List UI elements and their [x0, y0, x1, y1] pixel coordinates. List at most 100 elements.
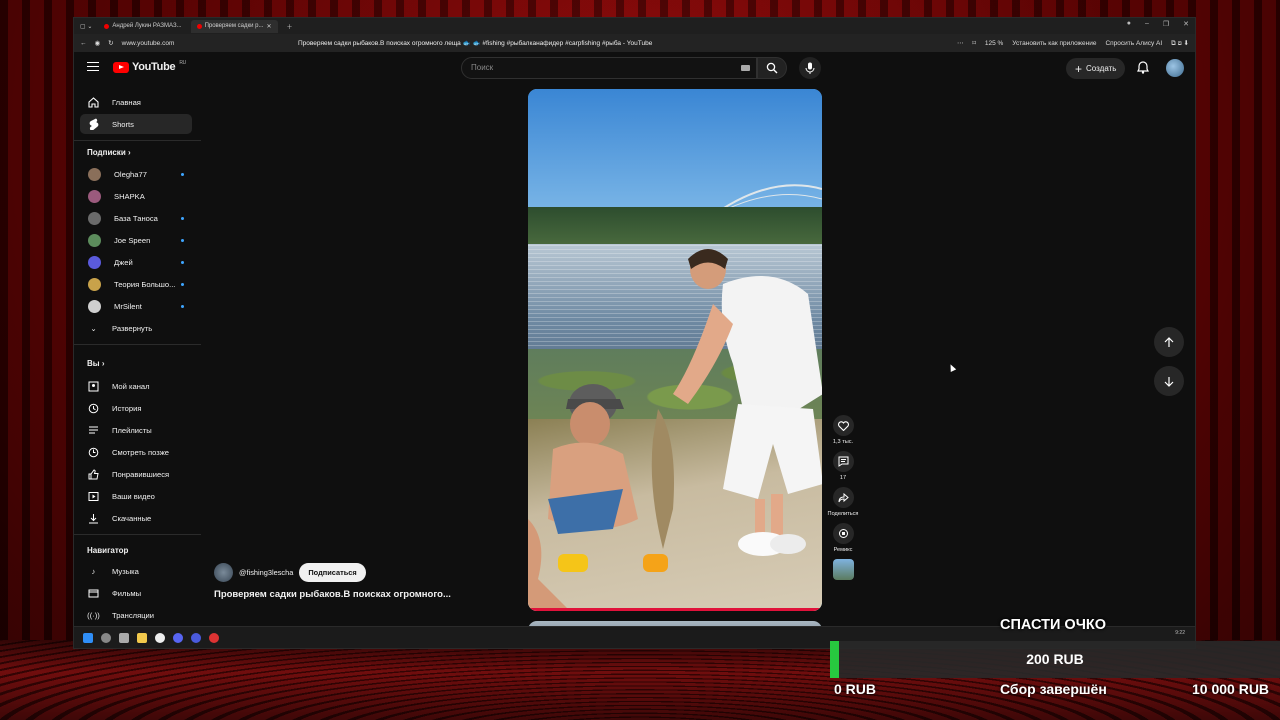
microphone-icon	[805, 62, 815, 74]
voice-search-button[interactable]	[799, 57, 821, 79]
channel-avatar	[88, 211, 101, 225]
sidebar-item-downloads[interactable]: Скачанные	[80, 508, 192, 528]
subscription-item[interactable]: MrSilent	[80, 296, 192, 316]
account-avatar[interactable]	[1166, 59, 1184, 77]
search-icon[interactable]	[101, 633, 111, 643]
channel-handle[interactable]: @fishing3lescha	[239, 568, 293, 577]
plus-icon: +	[1075, 61, 1083, 76]
stream-scene: ▢ ⌄ Андрей Лукин РАЗМАЗ... Проверяем сад…	[0, 0, 1280, 720]
sidebar-item-liked[interactable]: Понравившиеся	[80, 464, 192, 484]
sidebar-item-playlists[interactable]: Плейлисты	[80, 420, 192, 440]
channel-avatar	[88, 255, 101, 269]
sidebar-item-shorts[interactable]: Shorts	[80, 114, 192, 134]
discord-icon[interactable]	[173, 633, 183, 643]
shorts-icon	[88, 118, 99, 130]
new-tab-button[interactable]: ＋	[281, 20, 299, 33]
sidebar-item-home[interactable]: Главная	[80, 92, 192, 112]
notifications-button[interactable]	[1137, 61, 1149, 79]
windows-start-icon[interactable]	[83, 633, 93, 643]
youtube-favicon-icon	[196, 23, 202, 29]
sound-thumbnail[interactable]	[832, 559, 854, 580]
more-icon[interactable]: ⋯	[957, 39, 964, 47]
app-icon[interactable]	[191, 633, 201, 643]
channel-avatar	[88, 233, 101, 247]
next-short-button[interactable]	[1154, 366, 1184, 396]
search-button[interactable]	[757, 57, 787, 79]
extensions-icon[interactable]: ⧉ ⧈ ⬇	[1171, 39, 1189, 48]
youtube-logo[interactable]: YouTube RU	[113, 60, 186, 73]
keyboard-icon[interactable]	[741, 65, 750, 71]
subscription-item[interactable]: SHAPKA	[80, 186, 192, 206]
share-button[interactable]	[832, 487, 854, 508]
movies-icon	[88, 588, 99, 599]
sidebar-item-music[interactable]: ♪ Музыка	[80, 561, 192, 581]
zoom-level[interactable]: 125 %	[985, 40, 1003, 47]
subscription-item[interactable]: База Таноса	[80, 208, 192, 228]
arrow-up-icon	[1164, 336, 1174, 347]
arrow-down-icon	[1164, 376, 1174, 387]
comments-button[interactable]	[832, 451, 854, 472]
video-progress-bar[interactable]	[528, 608, 822, 611]
sidebar-item-my-channel[interactable]: Мой канал	[80, 376, 192, 396]
donation-goal-title: СПАСТИ ОЧКО	[1000, 617, 1107, 633]
short-title[interactable]: Проверяем садки рыбаков.В поисках огромн…	[214, 589, 451, 600]
tab-sidebar-toggle[interactable]: ▢ ⌄	[77, 20, 95, 33]
subscription-item[interactable]: Olegha77	[80, 164, 192, 184]
install-app-button[interactable]: Установить как приложение	[1012, 40, 1096, 47]
yandex-browser-icon[interactable]	[155, 633, 165, 643]
back-icon[interactable]: ←	[80, 40, 87, 47]
donation-min: 0 RUB	[834, 681, 877, 697]
minimize-button[interactable]: –	[1145, 20, 1149, 28]
youtube-page: YouTube RU Поиск + Создать Главная Short…	[74, 52, 1195, 648]
subscriptions-heading[interactable]: Подписки ›	[87, 148, 131, 157]
expand-button[interactable]: ⌄ Развернуть	[80, 318, 192, 338]
home-icon	[88, 96, 99, 108]
donation-current-amount: 200 RUB	[1026, 651, 1084, 667]
channel-avatar	[88, 189, 101, 203]
sidebar-item-your-videos[interactable]: Ваши видео	[80, 486, 192, 506]
search-input[interactable]: Поиск	[461, 57, 757, 79]
create-button[interactable]: + Создать	[1066, 58, 1126, 79]
sidebar-item-movies[interactable]: Фильмы	[80, 583, 192, 603]
channel-icon	[88, 381, 99, 392]
subscription-item[interactable]: Теория Большо...	[80, 274, 192, 294]
new-content-dot	[181, 260, 184, 264]
previous-short-button[interactable]	[1154, 327, 1184, 357]
url-field[interactable]: www.youtube.com	[122, 40, 175, 47]
sidebar-item-live[interactable]: ((·)) Трансляции	[80, 605, 192, 625]
short-channel-info: @fishing3lescha Подписаться	[214, 563, 366, 582]
task-view-icon[interactable]	[119, 633, 129, 643]
bookmark-icon[interactable]: ⌑	[973, 39, 976, 47]
channel-avatar	[88, 299, 101, 313]
fisherman-standing	[673, 249, 822, 556]
browser-window: ▢ ⌄ Андрей Лукин РАЗМАЗ... Проверяем сад…	[73, 17, 1196, 649]
mouse-cursor-icon	[947, 363, 957, 372]
channel-avatar	[88, 277, 101, 291]
divider	[74, 534, 201, 535]
restore-button[interactable]: ❐	[1163, 20, 1169, 28]
remix-icon	[838, 529, 848, 538]
yt-header: YouTube RU Поиск + Создать	[74, 52, 1195, 86]
tab-2[interactable]: Проверяем садки р... ✕	[190, 19, 278, 33]
channel-avatar[interactable]	[214, 563, 233, 582]
shorts-video-player[interactable]	[528, 89, 822, 611]
subscription-item[interactable]: Joe Speen	[80, 230, 192, 250]
file-explorer-icon[interactable]	[137, 633, 147, 643]
sidebar-item-watch-later[interactable]: Смотреть позже	[80, 442, 192, 462]
share-icon	[838, 492, 849, 502]
remix-button[interactable]	[832, 523, 854, 544]
new-content-dot	[181, 216, 184, 220]
reload-icon[interactable]: ↻	[108, 39, 113, 47]
subscribe-button[interactable]: Подписаться	[299, 563, 366, 582]
sidebar-item-history[interactable]: История	[80, 398, 192, 418]
obs-icon[interactable]	[209, 633, 219, 643]
hamburger-menu-icon[interactable]	[87, 62, 99, 71]
close-button[interactable]: ✕	[1183, 20, 1189, 28]
ask-alice-button[interactable]: Спросить Алису AI	[1105, 40, 1162, 47]
profile-icon[interactable]: ●	[1127, 20, 1131, 28]
you-heading[interactable]: Вы ›	[87, 359, 105, 368]
subscription-item[interactable]: Джей	[80, 252, 192, 272]
tab-1[interactable]: Андрей Лукин РАЗМАЗ...	[98, 20, 187, 33]
menu-icon[interactable]: ◉	[95, 39, 101, 47]
like-button[interactable]	[832, 415, 854, 436]
